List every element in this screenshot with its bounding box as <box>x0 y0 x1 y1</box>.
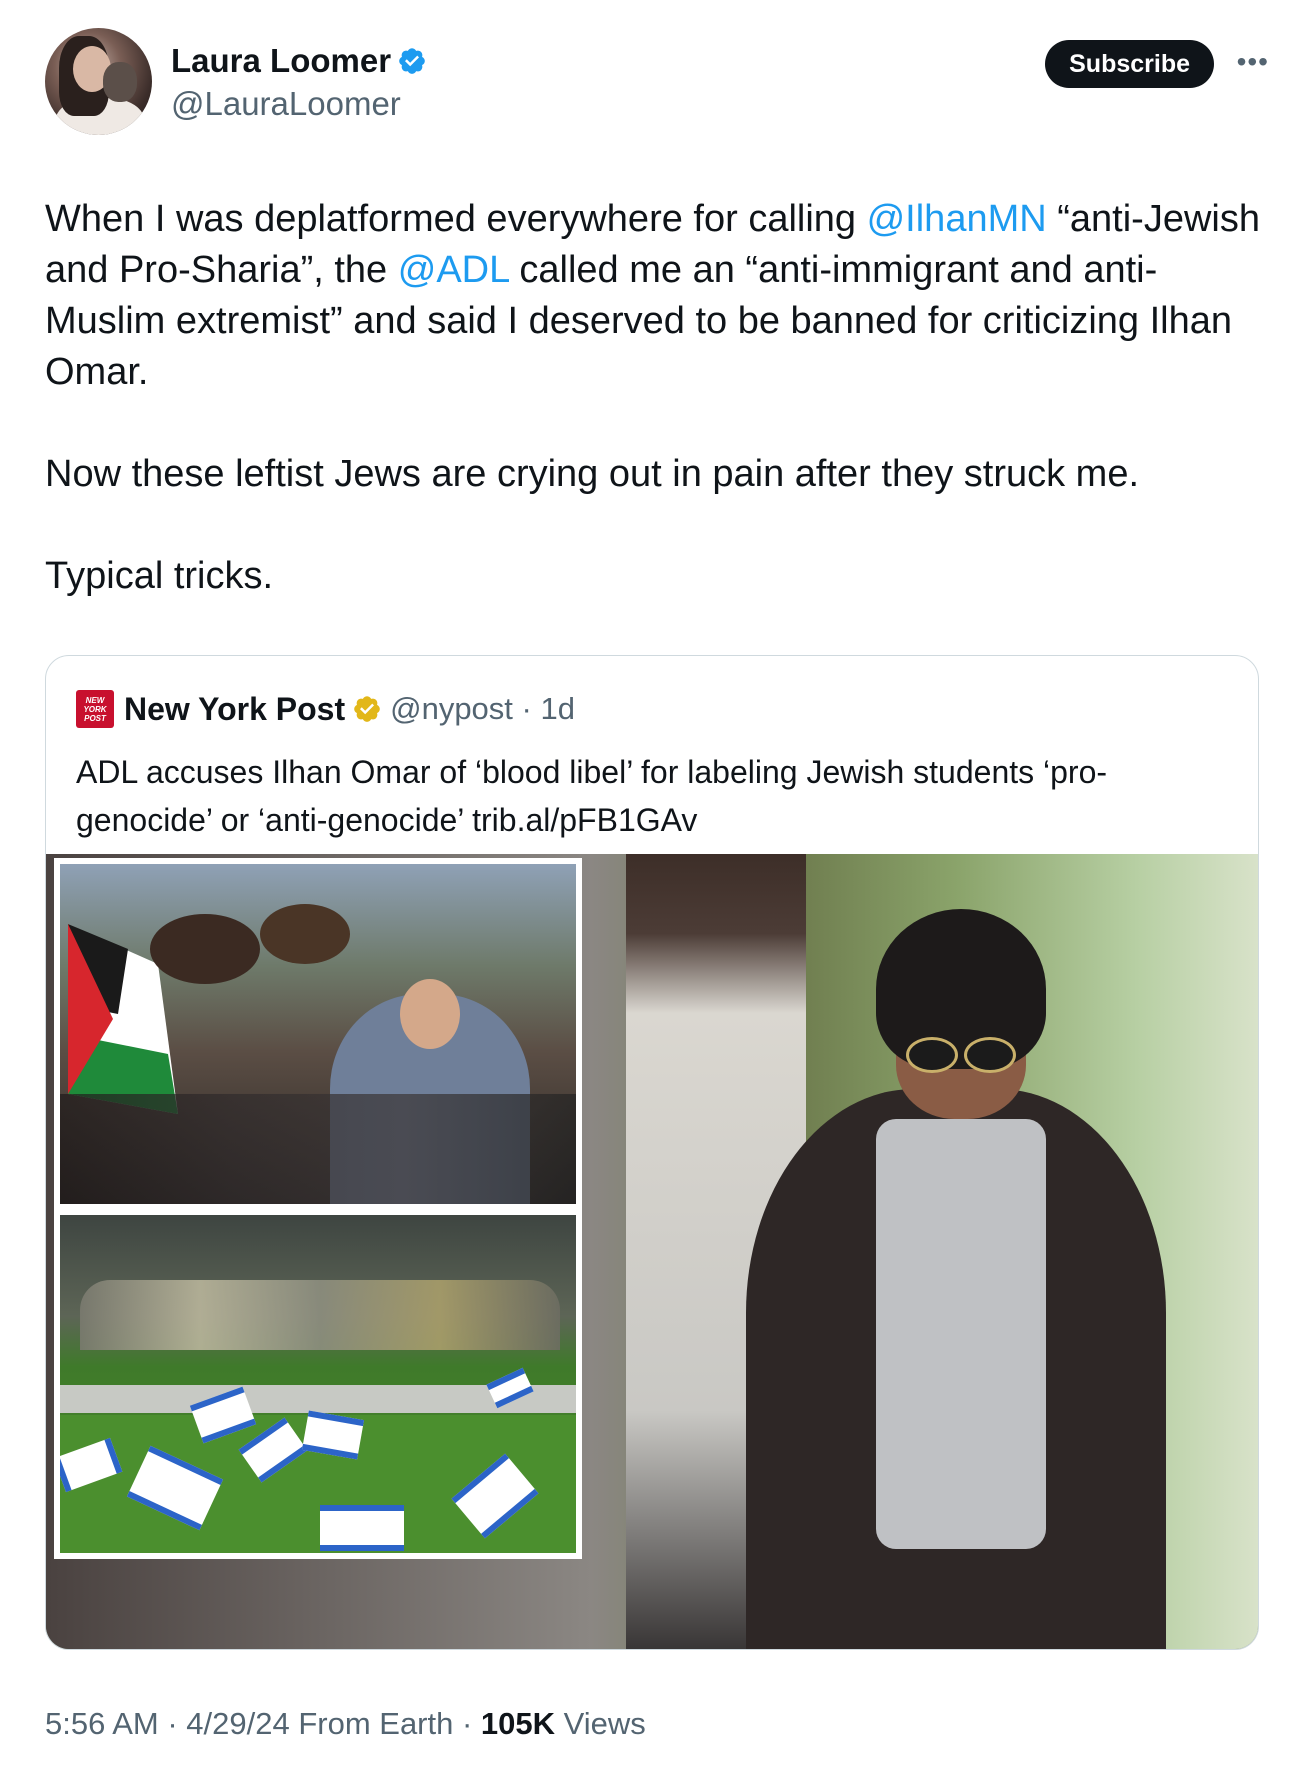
quoted-tweet-card[interactable]: NEW YORK POST New York Post @nypost · 1d… <box>45 655 1259 1650</box>
israeli-flag-icon <box>320 1505 404 1551</box>
author-name-row[interactable]: Laura Loomer <box>171 42 427 80</box>
quoted-tweet-image[interactable] <box>46 854 1258 1649</box>
photo-woman-figure <box>746 889 1166 1649</box>
inset-photo-flags-lawn <box>54 1209 582 1559</box>
tweet-paragraph-2: Now these leftist Jews are crying out in… <box>45 453 1140 495</box>
author-handle[interactable]: @LauraLoomer <box>171 85 401 123</box>
verified-badge-icon <box>399 48 425 74</box>
mention-ilhanmn-link[interactable]: @IlhanMN <box>867 198 1047 240</box>
views-label: Views <box>555 1706 646 1741</box>
views-count: 105K <box>480 1706 556 1741</box>
inset-photo-protest <box>54 858 582 1210</box>
tweet-text-segment: When I was deplatformed everywhere for c… <box>45 198 867 240</box>
tweet-header: Laura Loomer @LauraLoomer Subscribe ••• <box>45 28 1269 138</box>
tweet-paragraph-1: When I was deplatformed everywhere for c… <box>45 194 1270 398</box>
quoted-tweet-text: ADL accuses Ilhan Omar of ‘blood libel’ … <box>76 754 1108 838</box>
tweet-meta: 5:56 AM · 4/29/24 From Earth · 105K View… <box>45 1706 646 1742</box>
quoted-handle-time[interactable]: @nypost · 1d <box>390 691 575 727</box>
more-horizontal-icon[interactable]: ••• <box>1237 46 1269 78</box>
tweet-text: When I was deplatformed everywhere for c… <box>45 194 1270 602</box>
tweet-timestamp[interactable]: 5:56 AM · 4/29/24 From Earth · <box>45 1706 481 1741</box>
quoted-tweet-header: NEW YORK POST New York Post @nypost · 1d <box>76 686 575 732</box>
mention-adl-link[interactable]: @ADL <box>398 249 509 291</box>
gold-verified-badge-icon <box>354 696 380 722</box>
subscribe-button[interactable]: Subscribe <box>1045 40 1214 88</box>
nypost-logo: NEW YORK POST <box>76 690 114 728</box>
avatar[interactable] <box>45 28 152 135</box>
quoted-author-name[interactable]: New York Post <box>124 691 345 728</box>
author-display-name[interactable]: Laura Loomer <box>171 42 391 80</box>
tweet-paragraph-3: Typical tricks. <box>45 555 274 597</box>
